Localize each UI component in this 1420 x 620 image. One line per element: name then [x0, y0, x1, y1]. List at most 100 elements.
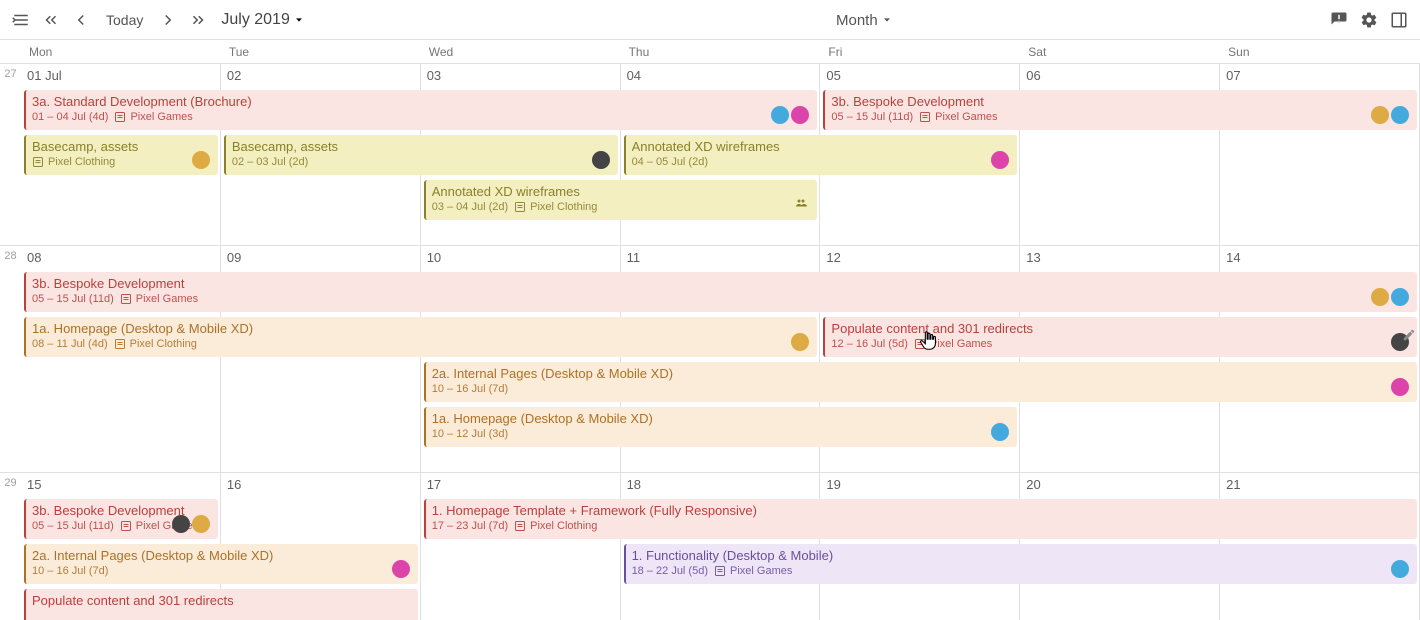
- fast-next-button[interactable]: [183, 4, 213, 36]
- calendar-event[interactable]: Basecamp, assets Pixel Clothing: [24, 135, 218, 175]
- list-icon: [114, 111, 126, 123]
- calendar-event[interactable]: 1a. Homepage (Desktop & Mobile XD) 08 – 1…: [24, 317, 817, 357]
- day-header-row: Mon Tue Wed Thu Fri Sat Sun: [0, 40, 1420, 64]
- event-title: 2a. Internal Pages (Desktop & Mobile XD): [32, 548, 412, 563]
- week-events: 3a. Standard Development (Brochure) 01 – …: [21, 90, 1420, 246]
- event-title: 3a. Standard Development (Brochure): [32, 94, 811, 109]
- event-subtitle: 01 – 04 Jul (4d)Pixel Games: [32, 111, 811, 123]
- event-project: Pixel Clothing: [32, 156, 115, 168]
- event-dates: 05 – 15 Jul (11d): [32, 293, 114, 305]
- event-subtitle: 10 – 16 Jul (7d): [432, 383, 1411, 395]
- event-title: 1. Homepage Template + Framework (Fully …: [432, 503, 1411, 518]
- day-header-thu: Thu: [621, 40, 821, 63]
- event-title: Populate content and 301 redirects: [32, 593, 412, 608]
- avatar: [192, 515, 210, 533]
- day-header-tue: Tue: [221, 40, 421, 63]
- event-dates: 04 – 05 Jul (2d): [632, 156, 708, 168]
- event-subtitle: 08 – 11 Jul (4d) Pixel Clothing: [32, 338, 811, 350]
- next-button[interactable]: [153, 4, 183, 36]
- event-subtitle: 18 – 22 Jul (5d) Pixel Games: [632, 565, 1411, 577]
- feedback-icon[interactable]: [1324, 4, 1354, 36]
- day-header-sat: Sat: [1020, 40, 1220, 63]
- event-project: Pixel Games: [919, 111, 997, 123]
- avatar: [172, 515, 190, 533]
- calendar-event[interactable]: 3b. Bespoke Development05 – 15 Jul (11d)…: [24, 499, 218, 539]
- event-title: Basecamp, assets: [32, 139, 212, 154]
- event-title: Annotated XD wireframes: [432, 184, 812, 199]
- avatar: [192, 151, 210, 169]
- edit-event-icon[interactable]: [1402, 328, 1416, 347]
- event-dates: 10 – 16 Jul (7d): [432, 383, 508, 395]
- day-header-wed: Wed: [421, 40, 621, 63]
- event-title: Annotated XD wireframes: [632, 139, 1012, 154]
- event-title: 3b. Bespoke Development: [32, 276, 1411, 291]
- calendar-event[interactable]: 1. Homepage Template + Framework (Fully …: [424, 499, 1417, 539]
- calendar-event[interactable]: Annotated XD wireframes 03 – 04 Jul (2d) P…: [424, 180, 818, 220]
- calendar-grid: Mon Tue Wed Thu Fri Sat Sun 2701 Jul0203…: [0, 40, 1420, 620]
- event-project: Pixel Clothing: [514, 201, 597, 213]
- event-subtitle: Pixel Clothing: [32, 156, 212, 168]
- event-title: 1. Functionality (Desktop & Mobile): [632, 548, 1411, 563]
- calendar-event[interactable]: 3b. Bespoke Development 05 – 15 Jul (11d)…: [24, 272, 1417, 312]
- event-subtitle: 05 – 15 Jul (11d)Pixel Games: [32, 293, 1411, 305]
- event-title: 1a. Homepage (Desktop & Mobile XD): [32, 321, 811, 336]
- chevron-down-icon: [294, 15, 304, 25]
- day-header-mon: Mon: [21, 40, 221, 63]
- toolbar: Today July 2019 Month: [0, 0, 1420, 40]
- event-title: 1a. Homepage (Desktop & Mobile XD): [432, 411, 1012, 426]
- panel-toggle-icon[interactable]: [1384, 4, 1414, 36]
- avatar: [1391, 560, 1409, 578]
- day-header-sun: Sun: [1220, 40, 1420, 63]
- event-dates: 10 – 12 Jul (3d): [432, 428, 508, 440]
- list-icon: [114, 338, 126, 350]
- event-project: Pixel Games: [914, 338, 992, 350]
- fast-prev-button[interactable]: [36, 4, 66, 36]
- calendar-event[interactable]: 2a. Internal Pages (Desktop & Mobile XD)…: [424, 362, 1417, 402]
- list-icon: [120, 520, 132, 532]
- calendar-event[interactable]: Basecamp, assets 02 – 03 Jul (2d): [224, 135, 618, 175]
- avatar: [1371, 288, 1389, 306]
- event-subtitle: 12 – 16 Jul (5d)Pixel Games: [831, 338, 1411, 350]
- event-subtitle: 10 – 16 Jul (7d): [32, 565, 412, 577]
- calendar-event[interactable]: 2a. Internal Pages (Desktop & Mobile XD)…: [24, 544, 418, 584]
- week-number: 29: [0, 473, 21, 620]
- group-icon: [793, 196, 809, 214]
- event-subtitle: 10 – 12 Jul (3d): [432, 428, 1012, 440]
- calendar-event[interactable]: 1. Functionality (Desktop & Mobile) 18 – …: [624, 544, 1417, 584]
- avatar: [1391, 378, 1409, 396]
- month-selector[interactable]: July 2019: [213, 4, 312, 36]
- calendar-event[interactable]: Populate content and 301 redirects: [24, 589, 418, 620]
- event-project: Pixel Clothing: [114, 338, 197, 350]
- view-selector[interactable]: Month: [828, 4, 900, 36]
- list-icon: [714, 565, 726, 577]
- event-dates: 18 – 22 Jul (5d): [632, 565, 708, 577]
- calendar-event[interactable]: 1a. Homepage (Desktop & Mobile XD) 10 – 1…: [424, 407, 1018, 447]
- list-icon: [514, 520, 526, 532]
- event-title: Basecamp, assets: [232, 139, 612, 154]
- avatar: [1391, 106, 1409, 124]
- event-dates: 05 – 15 Jul (11d): [831, 111, 913, 123]
- event-subtitle: 02 – 03 Jul (2d): [232, 156, 612, 168]
- avatar: [592, 151, 610, 169]
- calendar-event[interactable]: Annotated XD wireframes 04 – 05 Jul (2d): [624, 135, 1018, 175]
- avatar: [1371, 106, 1389, 124]
- list-icon: [514, 201, 526, 213]
- event-dates: 03 – 04 Jul (2d): [432, 201, 508, 213]
- event-dates: 08 – 11 Jul (4d): [32, 338, 108, 350]
- list-icon: [919, 111, 931, 123]
- event-dates: 17 – 23 Jul (7d): [432, 520, 508, 532]
- week-events: 3b. Bespoke Development 05 – 15 Jul (11d)…: [21, 272, 1420, 473]
- today-button[interactable]: Today: [96, 4, 153, 36]
- toggle-sidebar-button[interactable]: [6, 4, 36, 36]
- event-project: Pixel Games: [714, 565, 792, 577]
- chevron-down-icon: [882, 15, 892, 25]
- calendar-event[interactable]: Populate content and 301 redirects12 – 1…: [823, 317, 1417, 357]
- calendar-event[interactable]: 3b. Bespoke Development05 – 15 Jul (11d)…: [823, 90, 1417, 130]
- calendar-event[interactable]: 3a. Standard Development (Brochure) 01 – …: [24, 90, 817, 130]
- day-header-fri: Fri: [820, 40, 1020, 63]
- prev-button[interactable]: [66, 4, 96, 36]
- settings-icon[interactable]: [1354, 4, 1384, 36]
- event-subtitle: 04 – 05 Jul (2d): [632, 156, 1012, 168]
- list-icon: [914, 338, 926, 350]
- event-subtitle: 03 – 04 Jul (2d) Pixel Clothing: [432, 201, 812, 213]
